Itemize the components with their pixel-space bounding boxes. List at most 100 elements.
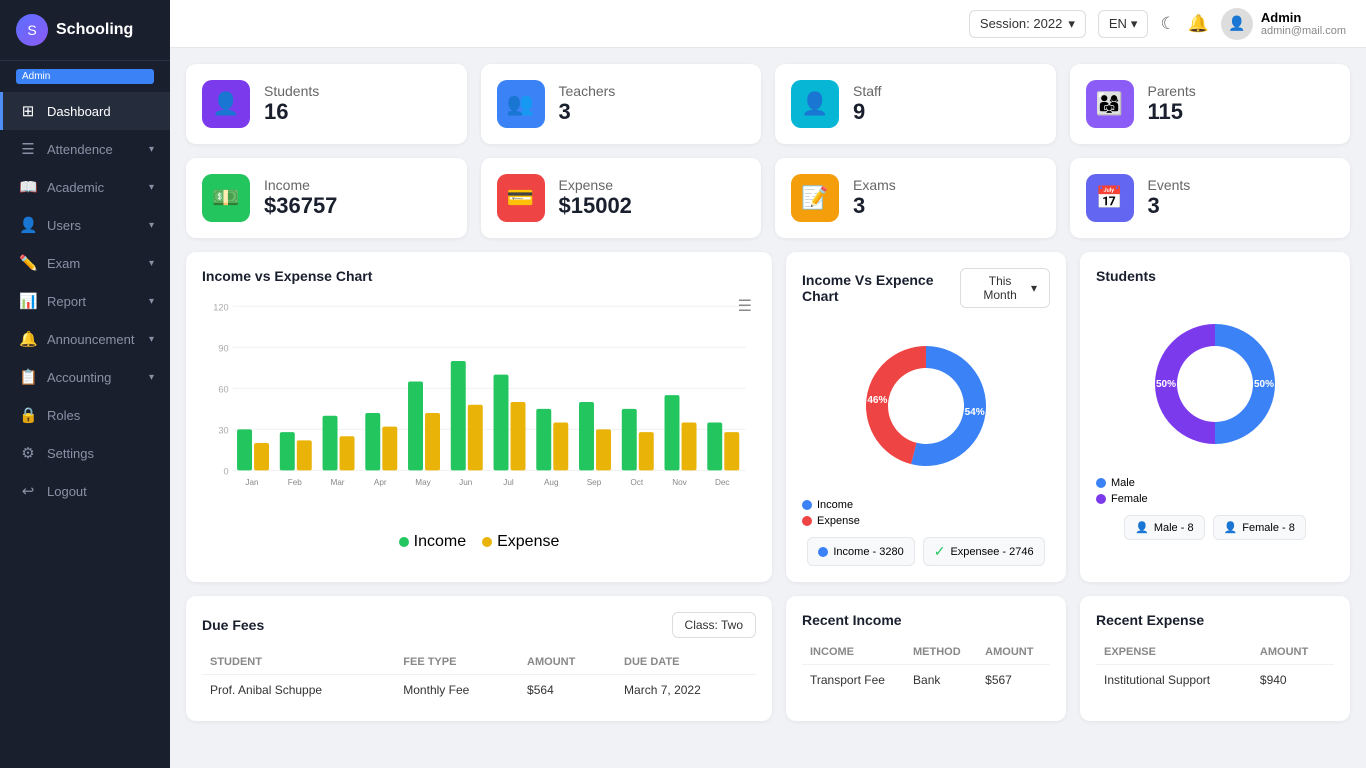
session-label: Session: 2022	[980, 16, 1062, 31]
staff-stat-label: Staff	[853, 83, 882, 99]
students-stat-value: 16	[264, 99, 319, 125]
sidebar-item-users[interactable]: 👤 Users ▾	[0, 206, 170, 244]
due-fees-title: Due Fees	[202, 617, 264, 633]
session-selector[interactable]: Session: 2022 ▾	[969, 10, 1086, 38]
user-email: admin@mail.com	[1261, 25, 1346, 37]
expense-stat-value: $15002	[559, 193, 632, 219]
col-expense: Expense	[1096, 640, 1252, 665]
svg-text:Aug: Aug	[544, 478, 559, 487]
attendance-icon: ☰	[19, 140, 37, 158]
exams-stat-icon: 📝	[791, 174, 839, 222]
users-icon: 👤	[19, 216, 37, 234]
bar-chart-menu-icon[interactable]: ☰	[738, 296, 752, 316]
recent-expense-table: Expense Amount Institutional Support $94…	[1096, 640, 1334, 695]
students-stat-icon: 👤	[202, 80, 250, 128]
recent-income-card: Recent Income Income Method Amount Trans…	[786, 596, 1066, 721]
stats-row-1: 👤 Students 16 👥 Teachers 3 👤 Staff 9 👨‍👩…	[186, 64, 1350, 144]
svg-text:120: 120	[213, 302, 228, 312]
avatar: 👤	[1221, 8, 1253, 40]
user-info: 👤 Admin admin@mail.com	[1221, 8, 1346, 40]
recent-income-table: Income Method Amount Transport Fee Bank …	[802, 640, 1050, 695]
sidebar-item-report[interactable]: 📊 Report ▾	[0, 282, 170, 320]
staff-stat-value: 9	[853, 99, 882, 125]
expense-legend-dot	[482, 537, 492, 547]
header: Session: 2022 ▾ EN ▾ ☾ 🔔 👤 Admin admin@m…	[170, 0, 1366, 48]
sidebar-nav: ⊞ Dashboard ☰ Attendence ▾ 📖 Academic ▾ …	[0, 88, 170, 510]
col-due-date: Due Date	[616, 650, 756, 675]
stat-card-parents: 👨‍👩‍👧 Parents 115	[1070, 64, 1351, 144]
logout-icon: ↩	[19, 482, 37, 500]
sidebar-label-logout: Logout	[47, 484, 154, 499]
svg-text:Sep: Sep	[587, 478, 602, 487]
sidebar-item-settings[interactable]: ⚙ Settings	[0, 434, 170, 472]
due-date: March 7, 2022	[616, 675, 756, 706]
students-legend-female: Female	[1096, 493, 1148, 505]
bar-chart-legend-income: Income	[399, 533, 466, 551]
stat-card-staff: 👤 Staff 9	[775, 64, 1056, 144]
sidebar-label-settings: Settings	[47, 446, 154, 461]
ie-legend-expense: Expense	[802, 515, 860, 527]
sidebar-label-announcement: Announcement	[47, 332, 139, 347]
income-stat: Income - 3280	[807, 537, 914, 566]
sidebar-label-report: Report	[47, 294, 139, 309]
exams-stat-value: 3	[853, 193, 896, 219]
dashboard: 👤 Students 16 👥 Teachers 3 👤 Staff 9 👨‍👩…	[170, 48, 1366, 737]
sidebar-item-logout[interactable]: ↩ Logout	[0, 472, 170, 510]
session-dropdown-icon: ▾	[1068, 16, 1075, 32]
sidebar-label-exam: Exam	[47, 256, 139, 271]
class-filter-button[interactable]: Class: Two	[672, 612, 756, 638]
announcement-icon: 🔔	[19, 330, 37, 348]
svg-text:54%: 54%	[965, 407, 985, 418]
exams-stat-label: Exams	[853, 177, 896, 193]
this-month-button[interactable]: This Month ▾	[960, 268, 1050, 308]
male-stat: 👤 Male - 8	[1124, 515, 1204, 540]
events-stat-icon: 📅	[1086, 174, 1134, 222]
donut-chart-header: Income Vs Expence Chart This Month ▾	[802, 268, 1050, 308]
accounting-icon: 📋	[19, 368, 37, 386]
arrow-icon-attendance: ▾	[149, 144, 154, 155]
sidebar-item-announcement[interactable]: 🔔 Announcement ▾	[0, 320, 170, 358]
income-stat-label: Income	[264, 177, 337, 193]
svg-text:Mar: Mar	[330, 478, 344, 487]
theme-toggle-icon[interactable]: ☾	[1160, 14, 1175, 34]
teachers-stat-value: 3	[559, 99, 616, 125]
income-expense-bar-chart-card: Income vs Expense Chart ☰ 0306090120JanF…	[186, 252, 772, 582]
income-stat-value: $36757	[264, 193, 337, 219]
sidebar-item-academic[interactable]: 📖 Academic ▾	[0, 168, 170, 206]
language-selector[interactable]: EN ▾	[1098, 10, 1149, 38]
income-stat-icon: 💵	[202, 174, 250, 222]
sidebar-label-dashboard: Dashboard	[47, 104, 154, 119]
sidebar-item-roles[interactable]: 🔒 Roles	[0, 396, 170, 434]
students-stat-label: Students	[264, 83, 319, 99]
due-fees-header: Due Fees Class: Two	[202, 612, 756, 638]
arrow-icon-academic: ▾	[149, 182, 154, 193]
col-fee-type: Fee Type	[395, 650, 519, 675]
amount: $940	[1252, 665, 1334, 696]
svg-text:Jul: Jul	[503, 478, 514, 487]
stat-card-teachers: 👥 Teachers 3	[481, 64, 762, 144]
col-method: Method	[905, 640, 977, 665]
sidebar-label-users: Users	[47, 218, 139, 233]
sidebar-label-roles: Roles	[47, 408, 154, 423]
due-fees-table: Student Fee Type Amount Due Date Prof. A…	[202, 650, 756, 705]
bar-chart-title: Income vs Expense Chart	[202, 268, 756, 284]
main-content: Session: 2022 ▾ EN ▾ ☾ 🔔 👤 Admin admin@m…	[170, 0, 1366, 768]
col-amount: Amount	[977, 640, 1050, 665]
notifications-icon[interactable]: 🔔	[1188, 14, 1209, 34]
student-name: Prof. Anibal Schuppe	[202, 675, 395, 706]
donut-ie-svg: 54%46%	[846, 326, 1006, 486]
parents-stat-value: 115	[1148, 99, 1196, 125]
academic-icon: 📖	[19, 178, 37, 196]
sidebar-item-accounting[interactable]: 📋 Accounting ▾	[0, 358, 170, 396]
arrow-icon-report: ▾	[149, 296, 154, 307]
lang-label: EN	[1109, 16, 1127, 31]
report-icon: 📊	[19, 292, 37, 310]
sidebar-item-exam[interactable]: ✏️ Exam ▾	[0, 244, 170, 282]
method: Bank	[905, 665, 977, 696]
sidebar-item-dashboard[interactable]: ⊞ Dashboard	[0, 92, 170, 130]
logo-text: Schooling	[56, 21, 133, 39]
sidebar-item-attendance[interactable]: ☰ Attendence ▾	[0, 130, 170, 168]
amount: $564	[519, 675, 616, 706]
stat-card-expense: 💳 Expense $15002	[481, 158, 762, 238]
events-stat-value: 3	[1148, 193, 1191, 219]
